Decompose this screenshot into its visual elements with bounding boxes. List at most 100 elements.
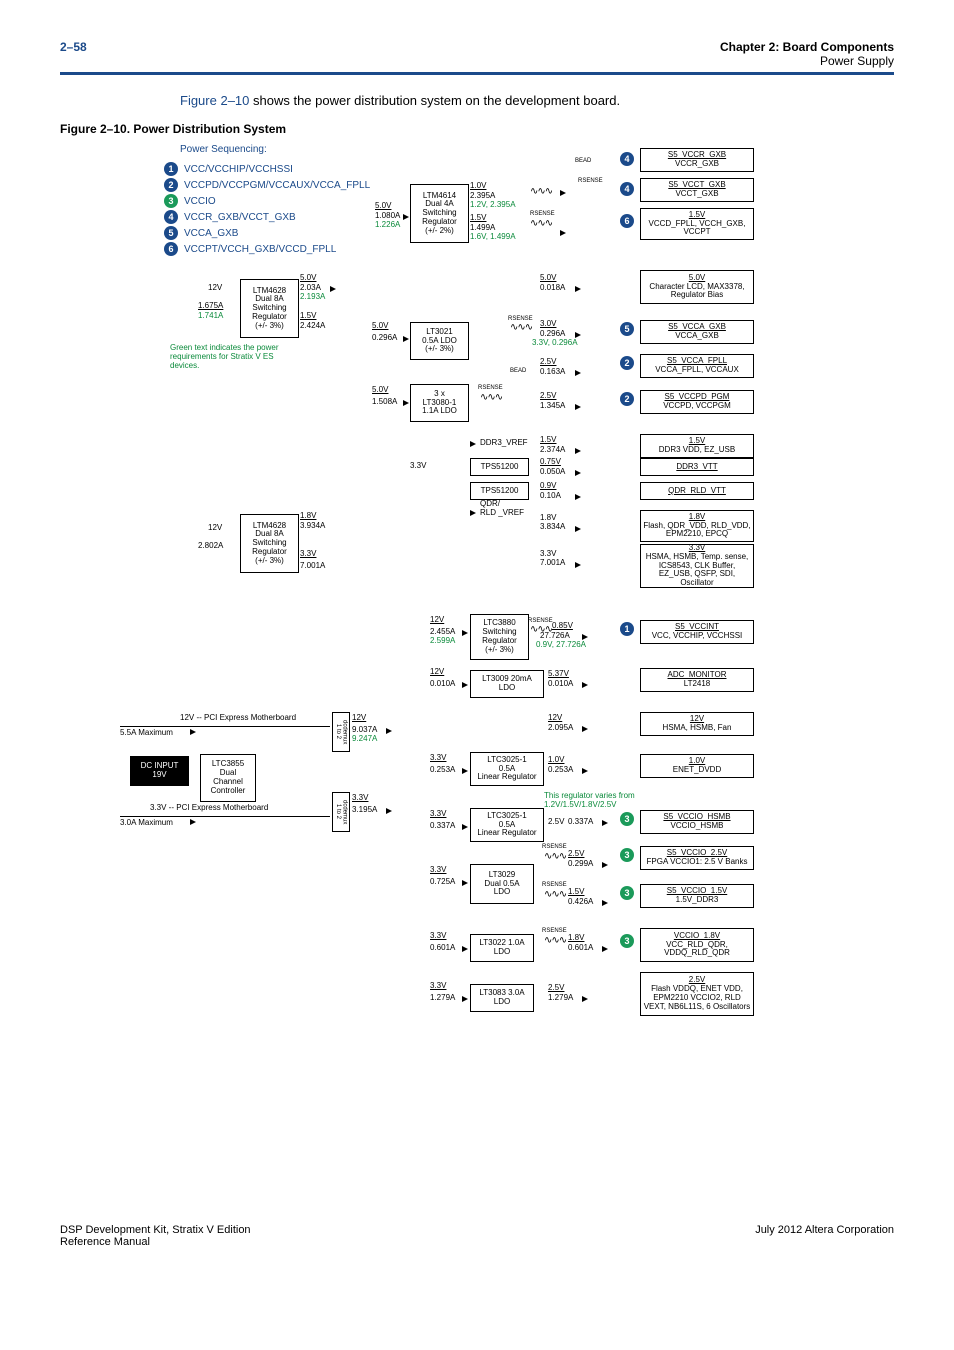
reg-ltc3025b: LTC3025-1 0.5A Linear Regulator [470, 808, 544, 842]
page-header: 2–58 Chapter 2: Board Components Power S… [60, 40, 894, 75]
a-7.001b: 3.3V 7.001A [540, 550, 565, 568]
out-vcct-gxb: S5_VCCT_GXBVCCT_GXB [640, 178, 754, 202]
g-1.226: 1.226A [375, 221, 400, 230]
v-3.3h: 3.3V [430, 982, 446, 991]
seq-badge-2: 2 [164, 178, 178, 192]
seq-out-4b: 4 [620, 182, 634, 196]
rsense: RSENSE [542, 928, 567, 934]
v-1.5d: 1.5V [568, 888, 584, 897]
ddr3-vref: DDR3_VREF [480, 439, 528, 448]
v-0.75: 0.75V [540, 458, 561, 467]
a-2.802: 2.802A [198, 542, 223, 551]
seq-label-4: VCCR_GXB/VCCT_GXB [184, 212, 296, 223]
a-2.424: 2.424A [300, 322, 325, 331]
v-3.3d: 3.3V [430, 754, 446, 763]
reg-lt3021: LT3021 0.5A LDO (+/- 3%) [410, 322, 469, 360]
rsense: RSENSE [508, 316, 533, 322]
reg-lt3080: 3 x LT3080-1 1.1A LDO [410, 384, 469, 422]
out-1.5v-ddr3: 1.5VDDR3 VDD, EZ_USB [640, 434, 754, 458]
seq-out-2: 2 [620, 356, 634, 370]
reg-lt3009: LT3009 20mA LDO [470, 670, 544, 698]
a-0.601: 0.601A [430, 944, 455, 953]
seq-out-3d: 3 [620, 934, 634, 948]
a-0.725: 0.725A [430, 878, 455, 887]
figure-caption: Figure 2–10. Power Distribution System [60, 122, 894, 136]
rsense: RSENSE [578, 178, 603, 184]
reg-tps2: TPS51200 [470, 482, 529, 500]
a-2.095: 2.095A [548, 724, 573, 733]
reg-tps1: TPS51200 [470, 458, 529, 476]
a-0.426: 0.426A [568, 898, 593, 907]
v-5.0: 5.0V [375, 202, 391, 211]
reg-lt3022: LT3022 1.0A LDO [470, 934, 534, 962]
out-vccpd-pgm: S5_VCCPD_PGMVCCPD, VCCPGM [640, 390, 754, 414]
figure-link[interactable]: Figure 2–10 [180, 93, 249, 108]
page-number: 2–58 [60, 40, 87, 68]
mux1: dcdemux 1 to 2 [332, 712, 350, 752]
reg-lt3029: LT3029 Dual 0.5A LDO [470, 864, 534, 904]
out-vccint: S5_VCCINTVCC, VCCHIP, VCCHSSI [640, 620, 754, 644]
a-7.001: 7.001A [300, 562, 325, 571]
v-12d: 12V [430, 668, 444, 677]
a-0.337b: 0.337A [568, 818, 593, 827]
mux2: dcdemux 1 to 2 [332, 792, 350, 832]
reg-ltm4628a: LTM4628 Dual 8A Switching Regulator (+/-… [240, 279, 299, 338]
seq-badge-5: 5 [164, 226, 178, 240]
seq-out-5: 5 [620, 322, 634, 336]
chapter-title: Chapter 2: Board Components [720, 40, 894, 54]
v-5.0c: 5.0V [372, 322, 388, 331]
reg-lt3083: LT3083 3.0A LDO [470, 984, 534, 1012]
a-0.10: 0.10A [540, 492, 561, 501]
bead2: BEAD [510, 368, 526, 375]
v-2.5b: 2.5V [540, 392, 556, 401]
rsense: RSENSE [478, 385, 503, 391]
a-2.374: 2.374A [540, 446, 565, 455]
v-2.5d: 2.5V [568, 850, 584, 859]
reg-ltc3880: LTC3880 Switching Regulator (+/- 3%) [470, 614, 529, 660]
regulator-note: This regulator varies from 1.2V/1.5V/1.8… [544, 792, 644, 810]
a-1.279: 1.279A [430, 994, 455, 1003]
g-3.3v: 3.3V, 0.296A [532, 339, 578, 348]
seq-badge-3: 3 [164, 194, 178, 208]
g-1.6v: 1.6V, 1.499A [470, 233, 516, 242]
rsense: RSENSE [528, 618, 553, 624]
g-1.2v: 1.2V, 2.395A [470, 201, 516, 210]
seq-badge-4: 4 [164, 210, 178, 224]
seq-label-2: VCCPD/VCCPGM/VCCAUX/VCCA_FPLL [184, 180, 370, 191]
a-0.163: 0.163A [540, 368, 565, 377]
v-12e: 12V [352, 714, 366, 723]
v-3.3f: 3.3V [430, 866, 446, 875]
a-3.834: 1.8V 3.834A [540, 514, 565, 532]
a-0.050: 0.050A [540, 468, 565, 477]
v-12: 12V [208, 284, 222, 293]
pci-3.3v: 3.3V -- PCI Express Motherboard [150, 804, 268, 813]
v-1.5b: 1.5V [300, 312, 316, 321]
v-1.8b: 1.8V [568, 934, 584, 943]
out-vccio-hsmb: S5_VCCIO_HSMBVCCIO_HSMB [640, 810, 754, 834]
v-3.3g: 3.3V [430, 932, 446, 941]
a-3.195: 3.195A [352, 806, 377, 815]
a-1.279b: 1.279A [548, 994, 573, 1003]
v-12c: 12V [430, 616, 444, 625]
a-0.010b: 0.010A [548, 680, 573, 689]
a-1.675: 1.675A [198, 302, 223, 311]
g-9.247: 9.247A [352, 735, 377, 744]
a-1.508: 1.508A [372, 398, 397, 407]
g-2.193: 2.193A [300, 293, 325, 302]
v-1.5: 1.5V [470, 214, 486, 223]
a-0.010: 0.010A [430, 680, 455, 689]
out-vccr-gxb: S5_VCCR_GXBVCCR_GXB [640, 148, 754, 172]
v-1.0: 1.0V [470, 182, 486, 191]
out-vccio-1.5v: S5_VCCIO_1.5V1.5V_DDR3 [640, 884, 754, 908]
v-3.3c: 3.3V [352, 794, 368, 803]
a-0.018: 0.018A [540, 284, 565, 293]
out-5v-lcd: 5.0VCharacter LCD, MAX3378, Regulator Bi… [640, 270, 754, 304]
footer-doc-subtitle: Reference Manual [60, 1236, 251, 1248]
g-1.741: 1.741A [198, 312, 223, 321]
seq-badge-6: 6 [164, 242, 178, 256]
reg-ltm4628b: LTM4628 Dual 8A Switching Regulator (+/-… [240, 514, 299, 573]
v-1.8a: 1.8V [300, 512, 316, 521]
out-2.5v-flash: 2.5VFlash VDDQ, ENET VDD, EPM2210 VCCIO2… [640, 972, 754, 1016]
resistor-icon: ∿∿∿ [510, 322, 532, 333]
a-3.934: 3.934A [300, 522, 325, 531]
